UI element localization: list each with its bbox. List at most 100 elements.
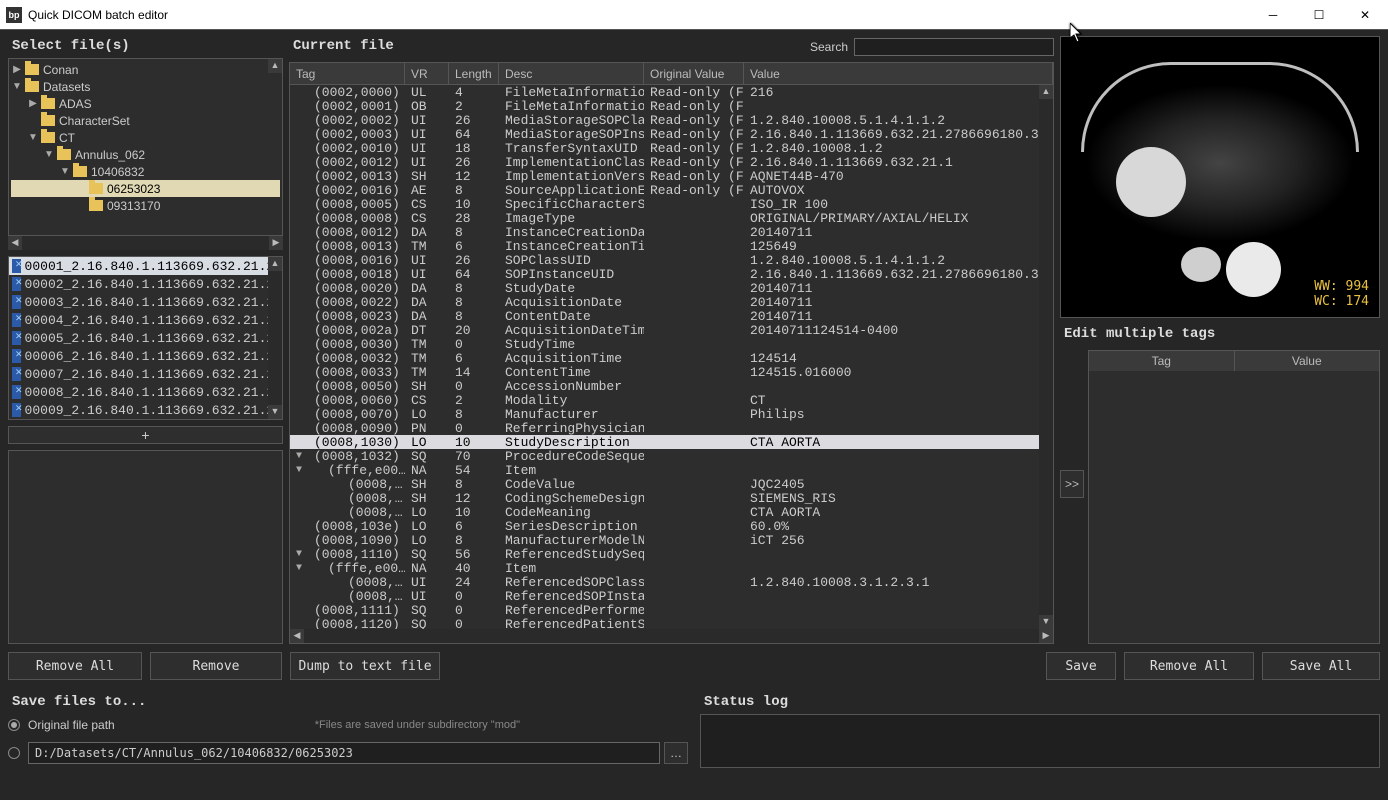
tree-item[interactable]: ▼Datasets bbox=[11, 78, 280, 95]
file-item[interactable]: 00002_2.16.840.1.113669.632.21.27 bbox=[9, 275, 282, 293]
file-item[interactable]: 00003_2.16.840.1.113669.632.21.27 bbox=[9, 293, 282, 311]
notes-box[interactable] bbox=[8, 450, 283, 644]
tag-row[interactable]: (0008,103e)LO6SeriesDescription60.0% bbox=[290, 519, 1039, 533]
move-right-button[interactable]: >> bbox=[1060, 470, 1084, 498]
maximize-button[interactable]: ☐ bbox=[1296, 0, 1342, 30]
expand-icon[interactable]: ▼ bbox=[290, 465, 308, 476]
tag-row[interactable]: (0008,0022)DA8AcquisitionDate20140711 bbox=[290, 295, 1039, 309]
folder-tree[interactable]: ▲ ▶Conan▼Datasets▶ADASCharacterSet▼CT▼An… bbox=[8, 58, 283, 236]
save-button[interactable]: Save bbox=[1046, 652, 1116, 680]
tag-row[interactable]: (0008,…SH12CodingSchemeDesigna…SIEMENS_R… bbox=[290, 491, 1039, 505]
tree-item[interactable]: ▼10406832 bbox=[11, 163, 280, 180]
tag-row[interactable]: (0008,…LO10CodeMeaningCTA AORTA bbox=[290, 505, 1039, 519]
tag-row[interactable]: (0002,0002)UI26MediaStorageSOPClas…Read-… bbox=[290, 113, 1039, 127]
tag-row[interactable]: (0002,0003)UI64MediaStorageSOPInst…Read-… bbox=[290, 127, 1039, 141]
tag-row[interactable]: (0002,0016)AE8SourceApplicationEn…Read-o… bbox=[290, 183, 1039, 197]
column-desc[interactable]: Desc bbox=[499, 63, 644, 85]
minimize-button[interactable]: ─ bbox=[1250, 0, 1296, 30]
column-value[interactable]: Value bbox=[744, 63, 1053, 85]
tags-scroll-down[interactable]: ▼ bbox=[1039, 615, 1053, 629]
edit-column-tag[interactable]: Tag bbox=[1089, 351, 1235, 371]
tag-row[interactable]: (0002,0013)SH12ImplementationVersi…Read-… bbox=[290, 169, 1039, 183]
save-all-button[interactable]: Save All bbox=[1262, 652, 1380, 680]
tag-row[interactable]: (0008,…UI0ReferencedSOPInstan… bbox=[290, 589, 1039, 603]
expand-icon[interactable]: ▼ bbox=[290, 549, 308, 560]
edit-tags-table[interactable]: Tag Value bbox=[1088, 350, 1380, 644]
column-original-value[interactable]: Original Value bbox=[644, 63, 744, 85]
radio-original-path[interactable] bbox=[8, 719, 20, 731]
tree-hscroll[interactable]: ◀ ▶ bbox=[8, 236, 283, 250]
expand-icon[interactable]: ▼ bbox=[27, 132, 39, 143]
expand-icon[interactable]: ▶ bbox=[11, 64, 23, 75]
file-item[interactable]: 00009_2.16.840.1.113669.632.21.27 bbox=[9, 401, 282, 419]
tag-row[interactable]: (0002,0000)UL4FileMetaInformation…Read-o… bbox=[290, 85, 1039, 99]
column-vr[interactable]: VR bbox=[405, 63, 449, 85]
browse-button[interactable]: … bbox=[664, 742, 688, 764]
file-item[interactable]: 00007_2.16.840.1.113669.632.21.27 bbox=[9, 365, 282, 383]
file-item[interactable]: 00001_2.16.840.1.113669.632.21.27 bbox=[9, 257, 282, 275]
tag-row[interactable]: (0008,0060)CS2ModalityCT bbox=[290, 393, 1039, 407]
radio-custom-path[interactable] bbox=[8, 747, 20, 759]
tag-row[interactable]: (0008,0012)DA8InstanceCreationDate201407… bbox=[290, 225, 1039, 239]
tag-row[interactable]: (0008,0033)TM14ContentTime124515.016000 bbox=[290, 365, 1039, 379]
remove-all-tags-button[interactable]: Remove All bbox=[1124, 652, 1254, 680]
tag-row[interactable]: (0008,0032)TM6AcquisitionTime124514 bbox=[290, 351, 1039, 365]
tree-item[interactable]: 06253023 bbox=[11, 180, 280, 197]
tag-row[interactable]: (0008,002a)DT20AcquisitionDateTime201407… bbox=[290, 323, 1039, 337]
tag-row[interactable]: (0008,0016)UI26SOPClassUID1.2.840.10008.… bbox=[290, 253, 1039, 267]
close-button[interactable]: ✕ bbox=[1342, 0, 1388, 30]
tag-row[interactable]: (0008,0090)PN0ReferringPhysicianN… bbox=[290, 421, 1039, 435]
tag-row[interactable]: (0008,0013)TM6InstanceCreationTime125649 bbox=[290, 239, 1039, 253]
tag-row[interactable]: (0002,0012)UI26ImplementationClass…Read-… bbox=[290, 155, 1039, 169]
expand-icon[interactable]: ▼ bbox=[290, 451, 308, 462]
tag-row[interactable]: (0008,0005)CS10SpecificCharacterSetISO_I… bbox=[290, 197, 1039, 211]
tags-scroll-left[interactable]: ◀ bbox=[290, 629, 304, 643]
tag-row[interactable]: ▼(0008,1032)SQ70ProcedureCodeSequen… bbox=[290, 449, 1039, 463]
search-input[interactable] bbox=[854, 38, 1054, 56]
tag-row[interactable]: (0008,1090)LO8ManufacturerModelNa…iCT 25… bbox=[290, 533, 1039, 547]
tag-row[interactable]: ▼(fffe,e00…NA40Item bbox=[290, 561, 1039, 575]
expand-icon[interactable]: ▼ bbox=[11, 81, 23, 92]
tree-item[interactable]: ▶Conan bbox=[11, 61, 280, 78]
column-length[interactable]: Length bbox=[449, 63, 499, 85]
tag-row[interactable]: (0008,0018)UI64SOPInstanceUID2.16.840.1.… bbox=[290, 267, 1039, 281]
tag-row[interactable]: (0008,0020)DA8StudyDate20140711 bbox=[290, 281, 1039, 295]
tag-row[interactable]: (0008,…UI24ReferencedSOPClassU…1.2.840.1… bbox=[290, 575, 1039, 589]
files-scroll-up[interactable]: ▲ bbox=[268, 257, 282, 271]
save-path-input[interactable] bbox=[28, 742, 660, 764]
tag-row[interactable]: (0008,0050)SH0AccessionNumber bbox=[290, 379, 1039, 393]
remove-button[interactable]: Remove bbox=[150, 652, 282, 680]
tree-scroll-right[interactable]: ▶ bbox=[269, 236, 283, 250]
tag-row[interactable]: ▼(0008,1110)SQ56ReferencedStudySequ… bbox=[290, 547, 1039, 561]
file-list[interactable]: 00001_2.16.840.1.113669.632.21.2700002_2… bbox=[8, 256, 283, 420]
file-item[interactable]: 00008_2.16.840.1.113669.632.21.27 bbox=[9, 383, 282, 401]
tag-row[interactable]: (0002,0010)UI18TransferSyntaxUIDRead-onl… bbox=[290, 141, 1039, 155]
tags-scroll-right[interactable]: ▶ bbox=[1039, 629, 1053, 643]
tag-row[interactable]: (0008,…SH8CodeValueJQC2405 bbox=[290, 477, 1039, 491]
tag-row[interactable]: (0002,0001)OB2FileMetaInformation…Read-o… bbox=[290, 99, 1039, 113]
expand-icon[interactable]: ▼ bbox=[59, 166, 71, 177]
image-preview[interactable]: WW: 994 WC: 174 bbox=[1060, 36, 1380, 318]
remove-all-button[interactable]: Remove All bbox=[8, 652, 142, 680]
tree-item[interactable]: 09313170 bbox=[11, 197, 280, 214]
file-item[interactable]: 00005_2.16.840.1.113669.632.21.27 bbox=[9, 329, 282, 347]
tag-row[interactable]: ▼(fffe,e00…NA54Item bbox=[290, 463, 1039, 477]
tree-item[interactable]: ▼Annulus_062 bbox=[11, 146, 280, 163]
tree-item[interactable]: ▼CT bbox=[11, 129, 280, 146]
tree-item[interactable]: CharacterSet bbox=[11, 112, 280, 129]
tag-row[interactable]: (0008,1111)SQ0ReferencedPerformed… bbox=[290, 603, 1039, 617]
tree-scroll-up[interactable]: ▲ bbox=[268, 59, 282, 73]
tag-row[interactable]: (0008,0030)TM0StudyTime bbox=[290, 337, 1039, 351]
tree-scroll-left[interactable]: ◀ bbox=[8, 236, 22, 250]
tag-table[interactable]: Tag VR Length Desc Original Value Value … bbox=[289, 62, 1054, 644]
expand-icon[interactable]: ▶ bbox=[27, 98, 39, 109]
file-item[interactable]: 00004_2.16.840.1.113669.632.21.27 bbox=[9, 311, 282, 329]
tag-row[interactable]: (0008,0070)LO8ManufacturerPhilips bbox=[290, 407, 1039, 421]
dump-button[interactable]: Dump to text file bbox=[290, 652, 440, 680]
column-tag[interactable]: Tag bbox=[290, 63, 405, 85]
expand-icon[interactable]: ▼ bbox=[43, 149, 55, 160]
tags-scroll-up[interactable]: ▲ bbox=[1039, 85, 1053, 99]
tag-row[interactable]: (0008,0008)CS28ImageTypeORIGINAL/PRIMARY… bbox=[290, 211, 1039, 225]
tree-item[interactable]: ▶ADAS bbox=[11, 95, 280, 112]
files-scroll-down[interactable]: ▼ bbox=[268, 405, 282, 419]
